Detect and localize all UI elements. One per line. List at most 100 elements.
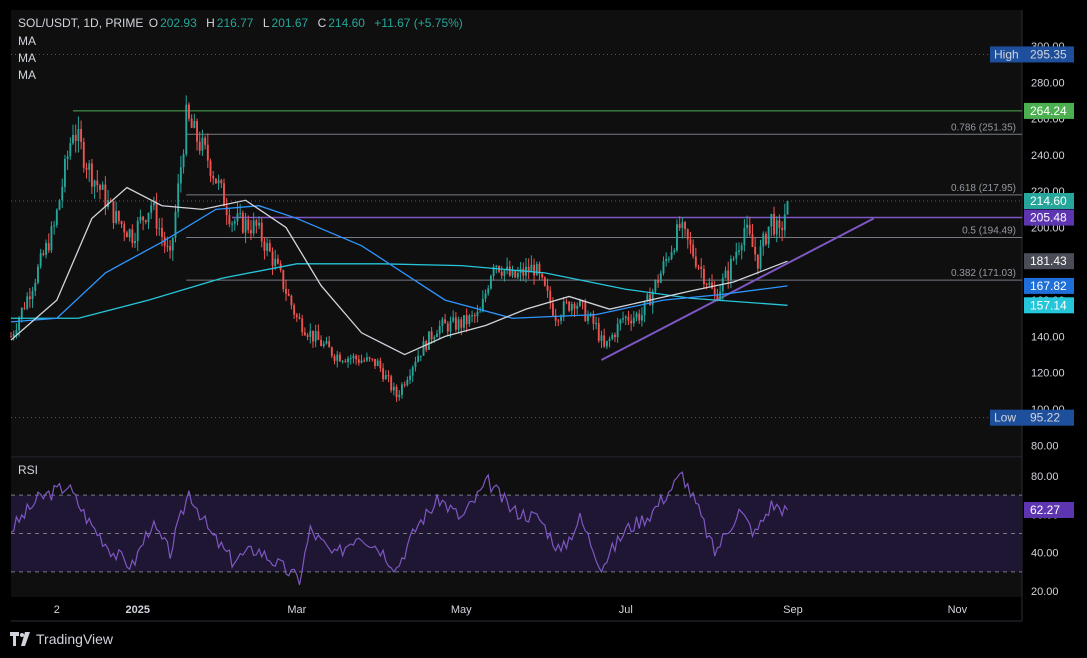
- candle-body: [301, 318, 304, 333]
- candle-body: [112, 201, 115, 223]
- candle-body: [204, 137, 207, 145]
- candle-body: [128, 229, 131, 238]
- candle-body: [754, 246, 757, 255]
- candle-body: [786, 201, 789, 215]
- candle-body: [336, 354, 339, 361]
- candle-body: [713, 288, 716, 295]
- price-axis-tick: 240.00: [1031, 150, 1065, 162]
- candle-body: [217, 180, 220, 184]
- candle-body: [344, 361, 347, 363]
- candle-body: [55, 209, 58, 226]
- candle-body: [541, 273, 544, 278]
- candle-body: [773, 214, 775, 235]
- candle-body: [697, 266, 700, 268]
- change-value: +11.67 (+5.75%): [374, 16, 463, 30]
- candle-body: [42, 253, 45, 255]
- candle-body: [711, 282, 713, 289]
- low-value: 201.67: [271, 16, 309, 30]
- chart-canvas[interactable]: 300.00280.00260.00240.00220.00200.00180.…: [0, 0, 1087, 658]
- price-axis-tick: 140.00: [1031, 331, 1065, 343]
- candle-body: [155, 202, 158, 229]
- candle-body: [368, 357, 371, 359]
- ma-legend-2[interactable]: MA: [18, 51, 36, 65]
- candle-body: [409, 375, 411, 380]
- candle-body: [665, 259, 668, 262]
- candle-body: [295, 314, 298, 318]
- candle-body: [290, 295, 293, 306]
- candle-body: [387, 375, 390, 377]
- candle-body: [727, 270, 730, 281]
- candle-body: [489, 275, 492, 289]
- footer-brand[interactable]: TradingView: [10, 631, 113, 647]
- rsi-axis-tick: 80.00: [1031, 471, 1059, 483]
- candle-body: [570, 303, 573, 311]
- time-axis-tick: Jul: [619, 604, 633, 616]
- breakout-value: 205.48: [1030, 211, 1067, 225]
- candle-body: [247, 219, 250, 230]
- candle-body: [10, 336, 12, 338]
- candle-body: [446, 323, 449, 332]
- candle-body: [468, 315, 471, 325]
- candle-body: [298, 317, 301, 319]
- candle-body: [382, 368, 385, 380]
- candle-body: [740, 245, 743, 251]
- candle-body: [522, 268, 525, 276]
- candle-body: [142, 216, 145, 221]
- candle-body: [330, 347, 333, 356]
- price-extreme-label: High: [994, 47, 1019, 61]
- candle-body: [31, 290, 34, 300]
- symbol-label[interactable]: SOL/USDT, 1D, PRIME: [18, 16, 143, 30]
- candle-body: [654, 280, 657, 292]
- candle-body: [430, 331, 433, 340]
- time-axis-tick: Sep: [783, 604, 803, 616]
- candle-body: [452, 317, 455, 322]
- candle-body: [333, 355, 336, 361]
- candle-body: [117, 211, 120, 222]
- candle-body: [694, 256, 697, 267]
- candle-body: [562, 301, 565, 317]
- candle-body: [692, 244, 695, 257]
- candle-body: [676, 224, 678, 251]
- candle-body: [80, 128, 83, 142]
- candle-body: [276, 258, 279, 264]
- candle-body: [287, 293, 290, 296]
- rsi-legend[interactable]: RSI: [18, 463, 38, 477]
- ma-legend-1[interactable]: MA: [18, 34, 36, 48]
- candle-body: [50, 226, 53, 251]
- candle-body: [560, 316, 562, 321]
- candle-body: [535, 264, 538, 276]
- candle-body: [20, 307, 23, 319]
- candle-body: [441, 319, 444, 326]
- candle-body: [371, 358, 374, 360]
- candle-body: [398, 394, 401, 398]
- candle-body: [228, 215, 231, 225]
- candle-body: [775, 220, 778, 235]
- candle-body: [427, 331, 430, 350]
- candle-body: [196, 120, 198, 142]
- candle-body: [630, 320, 633, 324]
- candle-body: [198, 141, 201, 151]
- low-label: L: [262, 16, 270, 30]
- candle-body: [463, 315, 465, 328]
- candle-body: [61, 186, 64, 201]
- ma-legend-3[interactable]: MA: [18, 68, 36, 82]
- candle-body: [543, 277, 546, 286]
- candle-body: [63, 158, 66, 187]
- candle-body: [166, 245, 169, 247]
- candle-body: [341, 361, 344, 363]
- candle-body: [781, 227, 784, 231]
- candle-body: [756, 254, 759, 269]
- candle-body: [457, 319, 460, 330]
- candle-body: [147, 212, 150, 223]
- price-label-value: 157.14: [1030, 298, 1067, 312]
- tradingview-brand-label: TradingView: [36, 631, 114, 647]
- candle-body: [37, 266, 39, 283]
- rsi-axis-tick: 40.00: [1031, 548, 1059, 560]
- candle-body: [587, 315, 589, 321]
- candle-body: [115, 211, 118, 223]
- open-value: 202.93: [160, 16, 197, 30]
- candle-body: [476, 311, 479, 317]
- candle-body: [417, 355, 420, 362]
- candle-body: [88, 163, 91, 170]
- candle-body: [363, 360, 366, 362]
